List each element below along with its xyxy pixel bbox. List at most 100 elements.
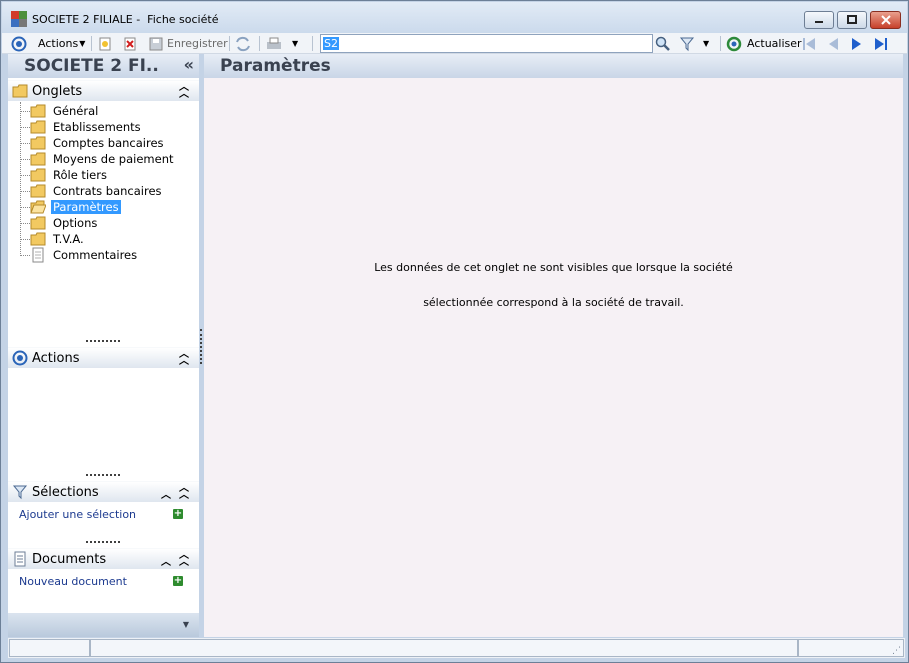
tree-connector (20, 223, 30, 224)
maximize-button[interactable] (837, 11, 867, 29)
search-value: S2 (323, 37, 339, 50)
tab-g-n-ral[interactable]: Général (30, 103, 100, 119)
collapse-chevron-icon[interactable]: ︿ ︿ (179, 83, 189, 100)
tree-connector (20, 111, 30, 112)
tab-label: Options (53, 216, 98, 230)
next-icon (852, 37, 861, 50)
collapse-panel-button[interactable]: « (184, 55, 194, 74)
tab-r-le-tiers[interactable]: Rôle tiers (30, 167, 109, 183)
panel-menu-dropdown-icon[interactable]: ▼ (183, 620, 189, 629)
collapse-chevron-icon[interactable]: ︿ ︿ (179, 350, 189, 367)
minimize-button[interactable] (804, 11, 834, 29)
next-record-button[interactable] (849, 35, 865, 52)
folder-icon (30, 152, 46, 166)
save-button[interactable]: Enregistrer (148, 35, 228, 52)
first-record-button[interactable] (801, 35, 817, 52)
tree-connector (20, 143, 30, 144)
print-dropdown-icon: ▼ (292, 39, 299, 48)
add-selection-icon[interactable]: + (173, 509, 183, 519)
tree-connector (20, 127, 30, 128)
tree-connector (20, 175, 30, 176)
tab-etablissements[interactable]: Etablissements (30, 119, 143, 135)
tab-contrats-bancaires[interactable]: Contrats bancaires (30, 183, 164, 199)
tab-t-v-a[interactable]: T.V.A. (30, 231, 86, 247)
onglets-section-header[interactable]: Onglets ︿ ︿ (8, 80, 199, 101)
last-record-button[interactable] (873, 35, 889, 52)
expand-up-icon[interactable]: ︿ (161, 553, 171, 568)
company-title: SOCIETE 2 FI.. (24, 56, 159, 76)
selections-section-header[interactable]: Sélections ︿ ︿ ︿ (8, 481, 199, 502)
toolbar-separator (229, 36, 230, 51)
tree-connector (20, 159, 30, 160)
delete-button[interactable] (122, 35, 138, 52)
refresh-icon (726, 36, 742, 51)
tree-line (20, 102, 21, 254)
vertical-splitter[interactable] (200, 329, 202, 364)
tab-comptes-bancaires[interactable]: Comptes bancaires (30, 135, 166, 151)
resize-grip-icon[interactable]: ⋰ (892, 646, 901, 656)
tab-label: Général (53, 104, 99, 118)
sync-icon (236, 36, 250, 51)
sync-button[interactable] (234, 35, 252, 52)
tab-commentaires[interactable]: Commentaires (30, 247, 139, 263)
print-button[interactable]: ▼ (265, 35, 298, 52)
new-record-button[interactable] (97, 35, 113, 52)
search-input[interactable]: S2 (320, 34, 653, 53)
left-panel-footer: ▼ (8, 613, 199, 637)
tab-label: Paramètres (51, 200, 121, 214)
folder-icon (30, 168, 46, 182)
splitter-grip[interactable] (86, 474, 120, 476)
status-cell (90, 639, 798, 657)
actions-menu-button[interactable]: Actions ▼ (38, 35, 85, 52)
left-panel: SOCIETE 2 FI.. « Onglets ︿ ︿ Général Etabl… (8, 54, 199, 637)
expand-up-icon[interactable]: ︿ (161, 486, 171, 501)
status-bar: ⋰ (8, 638, 905, 658)
tab-options[interactable]: Options (30, 215, 99, 231)
refresh-button[interactable]: Actualiser (726, 35, 802, 52)
tree-connector (20, 239, 30, 240)
save-icon (149, 37, 163, 50)
previous-icon (829, 37, 838, 50)
folder-icon (30, 232, 46, 246)
actions-circle-icon[interactable] (11, 35, 27, 52)
actions-section-label: Actions (32, 350, 80, 366)
application-window: SOCIETE 2 FILIALE - Fiche société Action… (0, 0, 909, 663)
tab-moyens-de-paiement[interactable]: Moyens de paiement (30, 151, 176, 167)
first-icon (803, 37, 815, 50)
printer-icon (267, 37, 281, 49)
search-button[interactable] (655, 35, 671, 52)
tree-connector (20, 191, 30, 192)
documents-section-header[interactable]: Documents ︿ ︿ ︿ (8, 548, 199, 569)
last-icon (875, 37, 887, 50)
tree-connector (20, 207, 30, 208)
splitter-grip[interactable] (86, 340, 120, 342)
close-icon (880, 15, 891, 25)
tab-label: Etablissements (53, 120, 141, 134)
tab-label: Comptes bancaires (53, 136, 164, 150)
toolbar-separator (259, 36, 260, 51)
collapse-chevron-icon[interactable]: ︿ ︿ (179, 551, 189, 568)
tab-label: Commentaires (53, 248, 138, 262)
new-document-add-icon[interactable]: + (173, 576, 183, 586)
add-selection-link[interactable]: Ajouter une sélection (19, 508, 136, 521)
tree-connector (20, 255, 30, 256)
title-bar[interactable]: SOCIETE 2 FILIALE - Fiche société (2, 2, 907, 33)
tab-param-tres[interactable]: Paramètres (30, 199, 121, 215)
new-document-icon (99, 37, 111, 50)
document-icon (32, 247, 44, 263)
splitter-grip[interactable] (86, 541, 120, 543)
collapse-chevron-icon[interactable]: ︿ ︿ (179, 484, 189, 501)
close-button[interactable] (870, 11, 901, 29)
window-title: SOCIETE 2 FILIALE - Fiche société (32, 13, 219, 26)
folder-icon (30, 104, 46, 118)
status-cell: ⋰ (798, 639, 904, 657)
toolbar-separator (312, 36, 313, 51)
folder-icon (30, 120, 46, 134)
document-icon (14, 551, 26, 567)
filter-button[interactable]: ▼ (679, 35, 709, 52)
previous-record-button[interactable] (825, 35, 841, 52)
actions-section-header[interactable]: Actions ︿ ︿ (8, 347, 199, 368)
new-document-link[interactable]: Nouveau document (19, 575, 127, 588)
toolbar: Actions ▼ Enregistrer ▼ S2 ▼ Actualiser (2, 33, 907, 54)
actions-menu-label: Actions (38, 37, 79, 50)
